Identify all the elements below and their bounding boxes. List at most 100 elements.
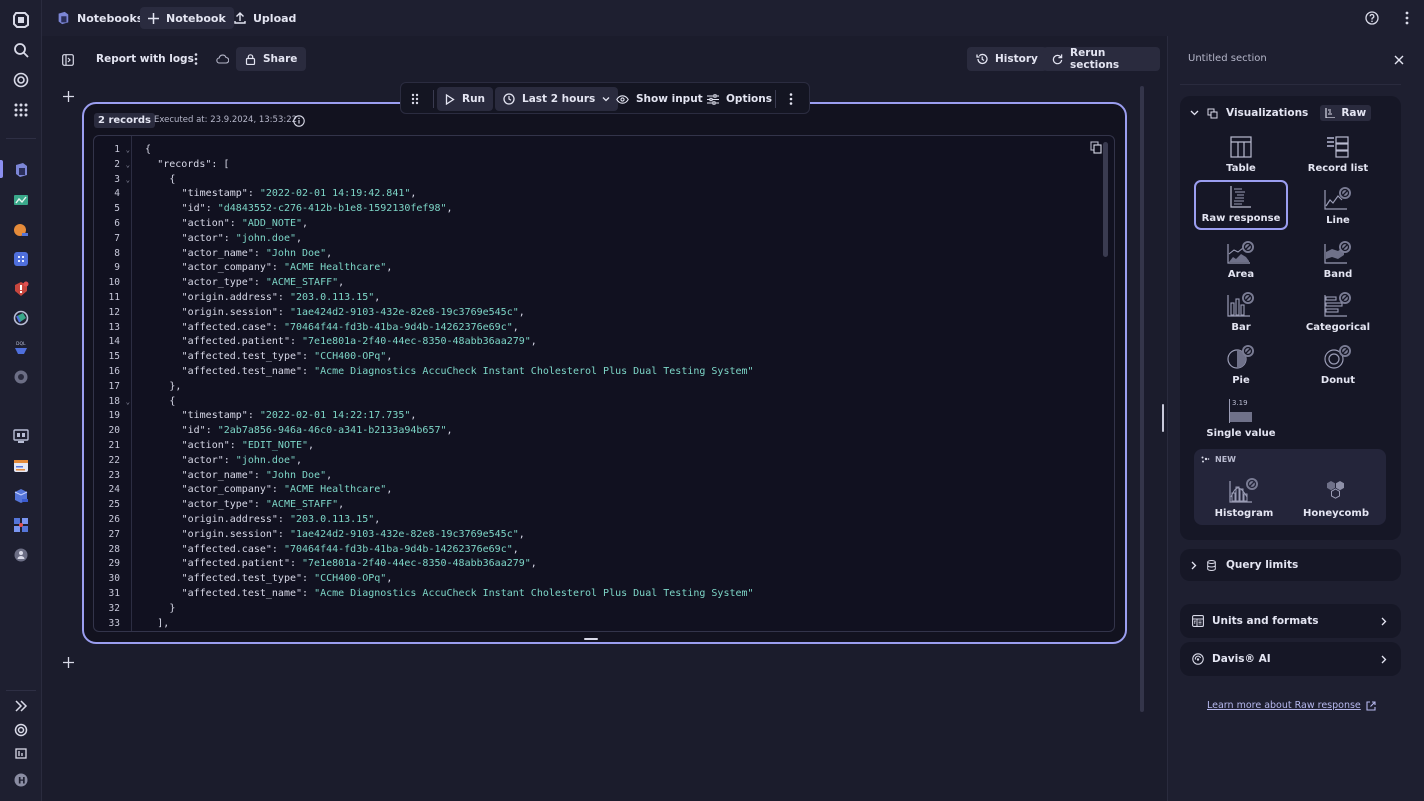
viz-option-honeycomb[interactable]: Honeycomb — [1289, 469, 1383, 523]
viz-option-single-value[interactable]: 3.19 Single value — [1194, 393, 1288, 443]
logs-app-icon[interactable] — [11, 456, 31, 476]
units-and-formats-row[interactable]: Units and formats — [1180, 604, 1401, 638]
json-key: "actor" — [181, 232, 224, 244]
problems-app-icon[interactable] — [11, 279, 31, 299]
data-explorer-app-icon[interactable] — [11, 486, 31, 506]
json-punct: , — [338, 499, 345, 511]
add-section-above-button[interactable] — [58, 86, 78, 106]
json-string: "john.doe" — [235, 232, 297, 244]
davis-ai-icon[interactable] — [11, 70, 31, 90]
history-button[interactable]: History — [967, 47, 1047, 71]
query-limits-row[interactable]: Query limits — [1180, 549, 1401, 581]
panel-resize-handle[interactable] — [1162, 404, 1164, 432]
dynatrace-logo-icon[interactable] — [11, 10, 31, 30]
security-app-icon[interactable] — [11, 515, 31, 535]
viz-option-pie[interactable]: Pie — [1194, 340, 1288, 390]
viz-option-bar[interactable]: Bar — [1194, 287, 1288, 337]
fold-chevron-icon[interactable]: ⌄ — [126, 173, 130, 188]
json-key: "affected.test_name" — [181, 366, 303, 377]
json-string: "7e1e801a-2f40-44ec-8350-48abb36aa279" — [302, 558, 531, 570]
code-line: "actor_company": "ACME Healthcare", — [182, 483, 393, 498]
json-punct: : — [277, 292, 290, 303]
account-management-icon[interactable] — [11, 545, 31, 565]
line-number: 8 — [114, 247, 120, 259]
viz-option-band[interactable]: Band — [1291, 234, 1385, 284]
info-icon[interactable] — [289, 111, 309, 131]
editor-scrollbar[interactable] — [1103, 142, 1108, 257]
share-button[interactable]: Share — [236, 47, 307, 71]
add-section-below-button[interactable] — [58, 652, 78, 672]
expand-rail-icon[interactable] — [11, 696, 31, 716]
more-options-icon[interactable] — [1397, 8, 1417, 28]
viz-option-record-list[interactable]: Record list — [1291, 128, 1385, 178]
page-scrollbar[interactable] — [1140, 86, 1144, 712]
help-lifebuoy-icon[interactable] — [11, 720, 31, 740]
search-icon[interactable] — [11, 40, 31, 60]
notebooks-app-title[interactable]: Notebooks — [48, 7, 151, 29]
notebooks-app-icon[interactable] — [11, 160, 31, 180]
whats-new-icon[interactable] — [11, 743, 31, 763]
resize-handle[interactable] — [584, 638, 598, 640]
donut-chart-icon — [1324, 345, 1351, 369]
settings-app-icon[interactable] — [11, 367, 31, 387]
toggle-outline-icon[interactable] — [58, 50, 78, 70]
code-line: "actor": "john.doe", — [182, 454, 302, 469]
line-number: 30 — [108, 573, 120, 585]
learn-more-link[interactable]: Learn more about Raw response — [1207, 700, 1376, 711]
notebook-menu-icon[interactable] — [186, 49, 206, 69]
record-list-icon — [1327, 136, 1349, 158]
copy-icon[interactable] — [1090, 141, 1102, 154]
close-icon[interactable] — [1389, 50, 1409, 70]
dashboards-app-icon[interactable] — [11, 249, 31, 269]
notebook-section[interactable]: 2 records Executed at: 23.9.2024, 13:53:… — [82, 102, 1127, 644]
notebook-title[interactable]: Report with logs — [96, 53, 194, 65]
section-title[interactable]: Untitled section — [1188, 53, 1267, 64]
code-line: { — [145, 143, 151, 158]
fold-chevron-icon[interactable]: ⌄ — [126, 158, 130, 173]
help-icon[interactable] — [1362, 8, 1382, 28]
code-line: "affected.patient": "7e1e801a-2f40-44ec-… — [182, 335, 537, 350]
fold-chevron-icon[interactable]: ⌄ — [126, 143, 130, 158]
apps-grid-icon[interactable] — [11, 100, 31, 120]
viz-option-table[interactable]: Table — [1194, 128, 1288, 178]
viz-option-donut[interactable]: Donut — [1291, 340, 1385, 390]
kubernetes-app-icon[interactable] — [11, 308, 31, 328]
line-number: 33 — [108, 617, 120, 629]
services-app-icon[interactable] — [11, 220, 31, 240]
drag-handle[interactable] — [403, 87, 427, 111]
fold-chevron-icon[interactable]: ⌄ — [126, 395, 130, 410]
app-name: Notebooks — [77, 11, 144, 25]
run-button[interactable]: Run — [437, 87, 494, 111]
viz-option-raw-response[interactable]: Raw response — [1194, 180, 1288, 230]
infrastructure-app-icon[interactable] — [11, 190, 31, 210]
raw-response-viewer[interactable]: 1 ⌄ 2 ⌄ 3 ⌄ 4 5 6 7 8 9 10 11 12 13 14 15 16 17 18 ⌄ 19 20 21 22 2… — [93, 135, 1115, 632]
line-number: 17 — [108, 380, 120, 392]
options-button[interactable]: Options — [699, 87, 780, 111]
upload-button[interactable]: Upload — [226, 7, 304, 29]
viz-option-categorical[interactable]: Categorical — [1291, 287, 1385, 337]
viz-option-histogram[interactable]: Histogram — [1197, 469, 1291, 523]
new-notebook-button[interactable]: Notebook — [140, 7, 234, 29]
davis-ai-row[interactable]: Davis® AI — [1180, 642, 1401, 676]
line-number-gutter: 1 ⌄ 2 ⌄ 3 ⌄ 4 5 6 7 8 9 10 11 12 13 14 15 16 17 18 ⌄ 19 20 21 22 2… — [94, 136, 132, 631]
dql-app-icon[interactable]: DQL — [11, 338, 31, 358]
json-punct: , — [326, 469, 333, 481]
user-avatar[interactable]: H — [11, 770, 31, 790]
viz-label: Table — [1226, 163, 1256, 174]
code-line: "id": "2ab7a856-946a-46c0-a341-b2133a94b… — [182, 424, 453, 439]
viz-option-area[interactable]: Area — [1194, 234, 1288, 284]
json-key: "action" — [181, 440, 230, 451]
visualizations-header[interactable]: Visualizations Raw — [1190, 105, 1372, 121]
show-input-button[interactable]: Show input — [608, 87, 711, 111]
monitor-app-icon[interactable] — [11, 426, 31, 446]
section-more-menu[interactable] — [781, 87, 801, 111]
json-punct: : — [223, 232, 236, 244]
timeframe-selector[interactable]: Last 2 hours — [495, 87, 619, 111]
upload-label: Upload — [253, 11, 297, 25]
code-line: "affected.test_name": "Acme Diagnostics … — [182, 365, 754, 380]
json-key: "timestamp" — [181, 188, 248, 200]
panel-divider — [1180, 84, 1401, 85]
viz-option-line[interactable]: Line — [1291, 180, 1385, 230]
rerun-sections-button[interactable]: Rerun sections — [1043, 47, 1160, 71]
json-key: "origin.session" — [181, 528, 278, 540]
